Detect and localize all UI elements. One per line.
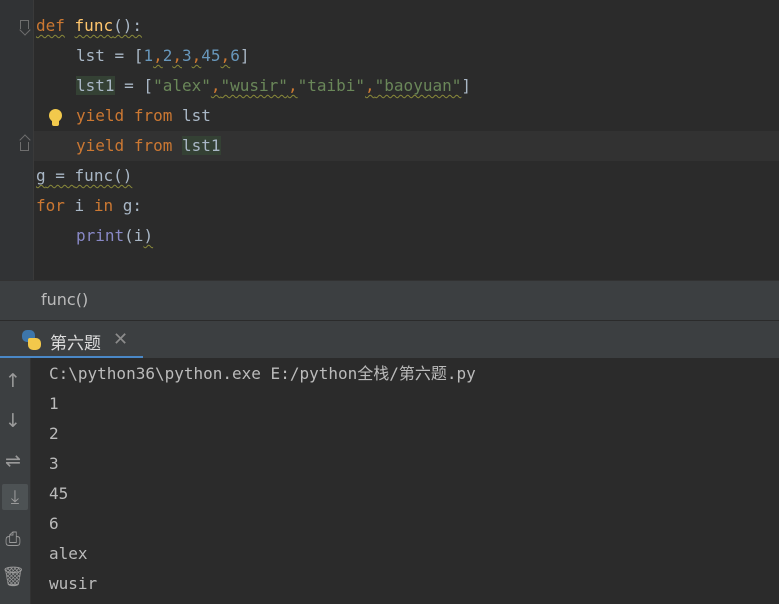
keyword-from: from [133,106,173,125]
console-line: 2 [49,424,59,443]
code-line-7[interactable]: for i in g: [36,191,142,221]
code-line-6[interactable]: g = func() [36,161,132,191]
console-line: 1 [49,394,59,413]
code-token: i [64,196,94,215]
code-token: (): [113,16,142,35]
code-token: g: [113,196,142,215]
keyword-yield: yield [76,106,125,125]
code-line-1[interactable]: def func(): [36,11,142,41]
console-line: wusir [49,574,98,593]
number-literal: 45 [201,46,221,65]
code-token: lst = [ [76,46,144,65]
python-icon [21,329,43,351]
code-line-8[interactable]: print(i) [36,221,153,251]
close-icon[interactable]: ✕ [113,329,128,350]
code-token: ] [239,46,250,65]
variable-g: g [36,166,46,185]
number-literal: 1 [143,46,154,65]
fold-start-icon[interactable] [20,20,30,32]
string-literal: "taibi" [297,76,366,95]
keyword-def: def [36,16,65,35]
breadcrumb-item[interactable]: func() [41,290,88,309]
comma-token: , [287,76,298,95]
variable-lst: lst [181,106,211,125]
console-line: 45 [49,484,69,503]
variable-lst1: lst1 [76,76,115,95]
comma-token: , [210,76,221,95]
soft-wrap-icon[interactable]: ⇌ [0,448,26,474]
function-name: func [74,16,114,35]
code-token: (i [124,226,144,245]
comma-token: , [220,46,231,65]
keyword-from: from [133,136,173,155]
comma-token: , [191,46,202,65]
code-line-5[interactable]: yield from lst1 [36,131,221,161]
fold-end-icon[interactable] [20,139,30,151]
variable-lst1: lst1 [181,136,221,155]
code-token: ) [143,226,154,245]
code-token: = [45,166,75,185]
code-token: ] [461,76,471,95]
trash-icon[interactable]: 🗑 [0,564,26,590]
keyword-in: in [93,196,114,215]
comma-token: , [153,46,163,65]
breadcrumb[interactable]: func() [0,280,779,321]
string-literal: "baoyuan" [374,76,462,95]
console-command-line: C:\python36\python.exe E:/python全栈/第六题.p… [49,364,476,383]
run-tab-bar: 第六题 ✕ [0,320,779,359]
builtin-print: print [76,226,125,245]
run-tab[interactable]: 第六题 ✕ [0,321,143,359]
comma-token: , [172,46,182,65]
run-toolbar: ↑ ↓ ⇌ ⤓ ⎙ 🗑 [0,358,31,604]
string-literal: "wusir" [220,76,288,95]
function-call: func() [74,166,133,185]
arrow-down-icon[interactable]: ↓ [0,408,26,434]
console-line: 3 [49,454,59,473]
print-icon[interactable]: ⎙ [0,526,26,552]
number-literal: 3 [182,46,192,65]
scroll-to-end-icon[interactable]: ⤓ [2,484,28,510]
code-token: = [ [114,76,154,95]
code-editor[interactable]: def func(): lst = [1,2,3,45,6] lst1 = ["… [0,0,779,280]
console-line: 6 [49,514,59,533]
keyword-for: for [36,196,65,215]
console-line: alex [49,544,88,563]
console-output[interactable]: C:\python36\python.exe E:/python全栈/第六题.p… [31,358,779,604]
number-literal: 2 [162,46,173,65]
comma-token: , [365,76,375,95]
arrow-up-icon[interactable]: ↑ [0,368,26,394]
code-line-2[interactable]: lst = [1,2,3,45,6] [36,41,249,71]
code-line-4[interactable]: yield from lst [36,101,211,131]
string-literal: "alex" [153,76,211,95]
keyword-yield: yield [76,136,125,155]
run-tab-label: 第六题 [50,334,101,354]
code-line-3[interactable]: lst1 = ["alex","wusir","taibi","baoyuan"… [36,71,471,101]
number-literal: 6 [230,46,240,65]
